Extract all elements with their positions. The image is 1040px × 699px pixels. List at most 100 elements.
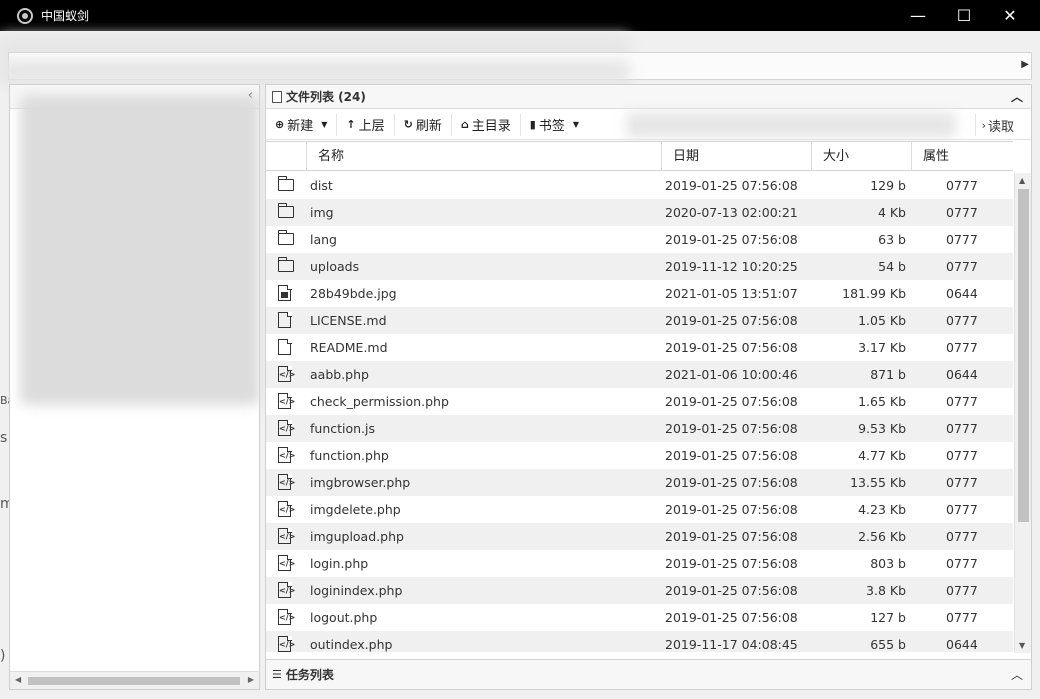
file-permission: 0777 [946, 448, 978, 463]
file-date: 2019-11-12 10:20:25 [665, 259, 798, 274]
file-row[interactable]: 28b49bde.jpg 2021-01-05 13:51:07 181.99 Kb… [266, 280, 1013, 307]
file-row[interactable]: img 2020-07-13 02:00:21 4 Kb 0777 [266, 199, 1013, 226]
file-row[interactable]: LICENSE.md 2019-01-25 07:56:08 1.05 Kb 0777 [266, 307, 1013, 334]
file-date: 2019-01-25 07:56:08 [665, 340, 798, 355]
task-list-panel[interactable]: ☰ 任务列表 ︿ [266, 659, 1031, 689]
file-permission: 0644 [946, 367, 978, 382]
file-list-panel: 文件列表 (24) ︿ ⊕ 新建 ▼ ↑ 上层 ↻ 刷新 ⌂ 主目录 ▮ 书签 … [265, 84, 1032, 690]
close-button[interactable]: ✕ [987, 0, 1033, 31]
file-row[interactable]: </> function.js 2019-01-25 07:56:08 9.53 Kb… [266, 415, 1013, 442]
file-date: 2019-01-25 07:56:08 [665, 394, 798, 409]
file-permission: 0777 [946, 502, 978, 517]
file-list-header: 文件列表 (24) ︿ [266, 85, 1031, 109]
caret-right-icon[interactable]: ▶ [1021, 59, 1029, 70]
file-name: login.php [310, 556, 369, 571]
file-row[interactable]: </> imgupload.php 2019-01-25 07:56:08 2.56 … [266, 523, 1013, 550]
collapse-up-icon[interactable]: ︿ [1011, 88, 1023, 105]
file-size: 3.17 Kb [858, 340, 906, 355]
file-row[interactable]: lang 2019-01-25 07:56:08 63 b 0777 [266, 226, 1013, 253]
plus-circle-icon: ⊕ [275, 118, 285, 131]
list-icon: ☰ [272, 668, 282, 681]
code-file-icon: </> [278, 527, 295, 544]
file-name: logout.php [310, 610, 378, 625]
task-list-title: 任务列表 [285, 668, 334, 682]
file-permission: 0777 [946, 610, 978, 625]
column-name[interactable]: 名称 [306, 142, 661, 171]
scroll-up-icon[interactable]: ▲ [1019, 176, 1025, 185]
folder-icon [277, 203, 294, 220]
file-name: aabb.php [310, 367, 369, 382]
new-button[interactable]: ⊕ 新建 ▼ [266, 113, 338, 136]
column-size[interactable]: 大小 [811, 142, 911, 171]
file-permission: 0777 [946, 394, 978, 409]
file-row[interactable]: </> logout.php 2019-01-25 07:56:08 127 b 077… [266, 604, 1013, 631]
code-file-icon: </> [278, 473, 295, 490]
file-row[interactable]: </> login.php 2019-01-25 07:56:08 803 b 0777 [266, 550, 1013, 577]
file-size: 4.77 Kb [858, 448, 906, 463]
file-name: imgupload.php [310, 529, 404, 544]
horizontal-scrollbar[interactable]: ◀ ▶ [10, 671, 259, 689]
refresh-button[interactable]: ↻ 刷新 [395, 113, 452, 136]
file-toolbar: ⊕ 新建 ▼ ↑ 上层 ↻ 刷新 ⌂ 主目录 ▮ 书签 ▼ › 读取 [266, 110, 1031, 140]
caret-down-icon: ▼ [321, 120, 328, 129]
code-file-icon: </> [278, 608, 295, 625]
code-file-icon: </> [278, 365, 295, 382]
file-date: 2019-01-25 07:56:08 [665, 556, 798, 571]
file-row[interactable]: </> imgbrowser.php 2019-01-25 07:56:08 13.5… [266, 469, 1013, 496]
column-icon-header [266, 142, 306, 171]
folder-icon [277, 230, 294, 247]
file-row[interactable]: </> function.php 2019-01-25 07:56:08 4.77 K… [266, 442, 1013, 469]
file-row[interactable]: </> outindex.php 2019-11-17 04:08:45 655 b 0… [266, 631, 1013, 652]
title-bar: 中国蚁剑 — ☐ ✕ [0, 0, 1040, 31]
file-name: imgbrowser.php [310, 475, 411, 490]
scrollbar-thumb[interactable] [28, 677, 240, 685]
redacted-path-input [626, 112, 956, 138]
redacted-region [0, 60, 630, 82]
file-row[interactable]: </> check_permission.php 2019-01-25 07:56:… [266, 388, 1013, 415]
minimize-button[interactable]: — [895, 0, 941, 31]
file-row[interactable]: dist 2019-01-25 07:56:08 129 b 0777 [266, 172, 1013, 199]
file-name: uploads [310, 259, 360, 274]
scroll-down-icon[interactable]: ▼ [1019, 641, 1025, 650]
expand-up-icon[interactable]: ︿ [1011, 666, 1023, 683]
file-permission: 0777 [946, 259, 978, 274]
scroll-left-icon[interactable]: ◀ [15, 675, 21, 684]
file-size: 63 b [878, 232, 906, 247]
file-permission: 0777 [946, 556, 978, 571]
vertical-scrollbar[interactable]: ▲ ▼ [1014, 173, 1031, 653]
code-file-icon: </> [278, 581, 295, 598]
edge-text: ) [0, 648, 6, 664]
file-size: 129 b [870, 178, 906, 193]
image-file-icon [278, 284, 294, 301]
file-row[interactable]: </> aabb.php 2021-01-06 10:00:46 871 b 0644 [266, 361, 1013, 388]
file-size: 181.99 Kb [842, 286, 906, 301]
file-row[interactable]: </> imgdelete.php 2019-01-25 07:56:08 4.23 … [266, 496, 1013, 523]
file-date: 2019-01-25 07:56:08 [665, 475, 798, 490]
file-date: 2019-01-25 07:56:08 [665, 502, 798, 517]
file-table-body: dist 2019-01-25 07:56:08 129 b 0777 img 2020-… [266, 172, 1013, 652]
read-button[interactable]: › 读取 [974, 114, 1014, 136]
file-size: 1.65 Kb [858, 394, 906, 409]
file-permission: 0644 [946, 637, 978, 652]
up-button[interactable]: ↑ 上层 [337, 113, 395, 136]
file-row[interactable]: README.md 2019-01-25 07:56:08 3.17 Kb 0777 [266, 334, 1013, 361]
file-size: 1.05 Kb [858, 313, 906, 328]
maximize-button[interactable]: ☐ [941, 0, 987, 31]
file-row[interactable]: uploads 2019-11-12 10:20:25 54 b 0777 [266, 253, 1013, 280]
redacted-tree [20, 95, 260, 405]
code-file-icon: </> [278, 392, 295, 409]
refresh-icon: ↻ [403, 118, 413, 131]
file-name: imgdelete.php [310, 502, 401, 517]
column-date[interactable]: 日期 [661, 142, 811, 171]
chevron-right-icon: › [981, 118, 986, 132]
arrow-up-icon: ↑ [346, 118, 356, 131]
bookmark-button[interactable]: ▮ 书签 ▼ [521, 114, 588, 136]
file-row[interactable]: </> loginindex.php 2019-01-25 07:56:08 3.8 … [266, 577, 1013, 604]
file-name: dist [310, 178, 333, 193]
scrollbar-thumb[interactable] [1018, 189, 1029, 522]
file-date: 2019-01-25 07:56:08 [665, 313, 798, 328]
scroll-right-icon[interactable]: ▶ [248, 675, 254, 684]
column-permission[interactable]: 属性 [911, 142, 1012, 171]
read-label: 读取 [987, 119, 1014, 135]
home-button[interactable]: ⌂ 主目录 [452, 113, 521, 136]
